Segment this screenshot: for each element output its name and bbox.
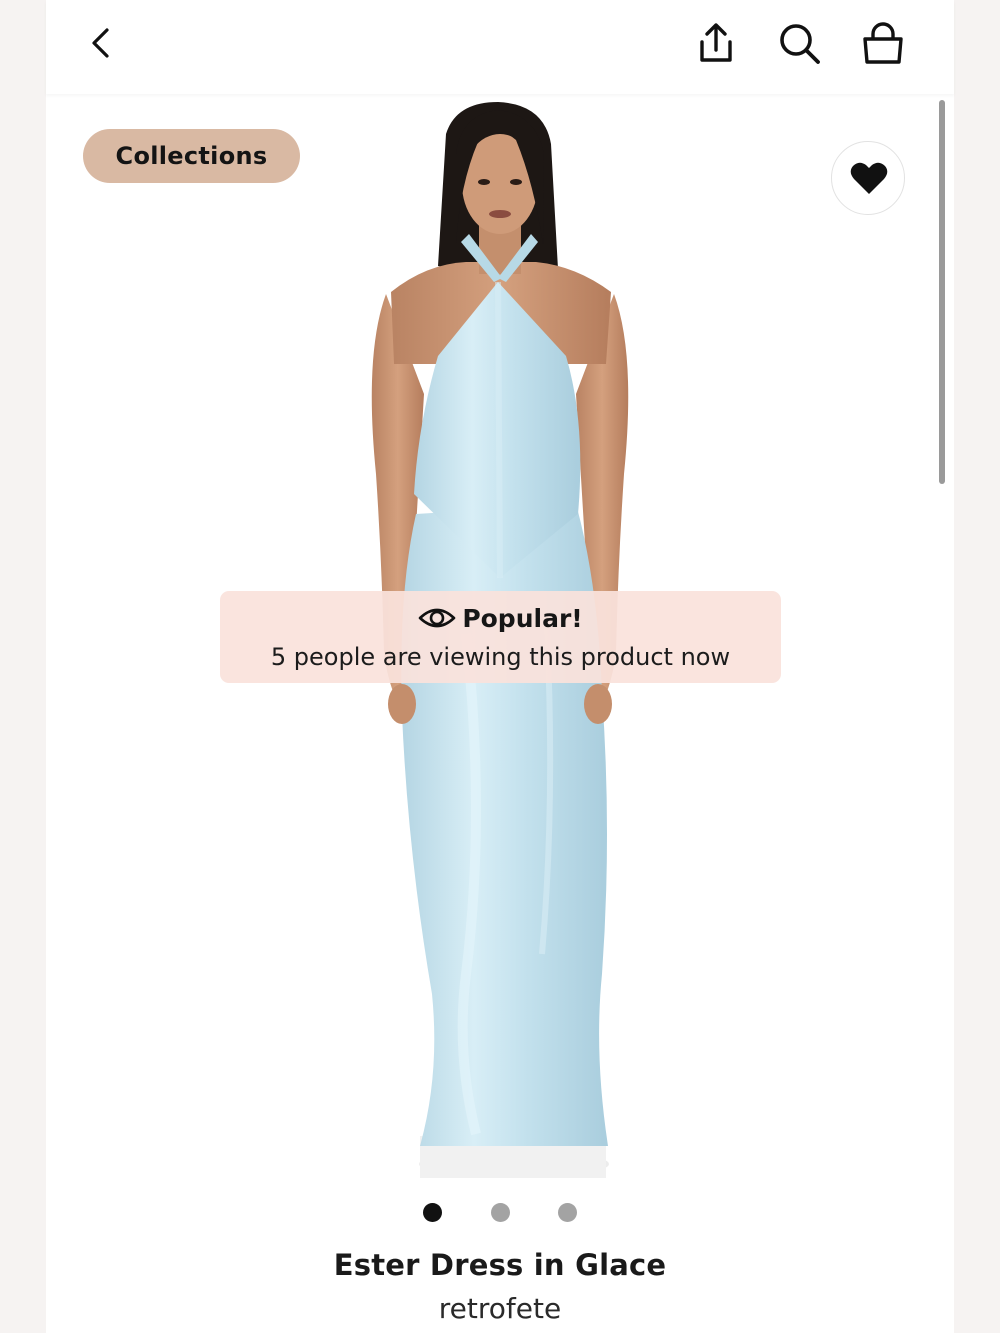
search-button[interactable]	[776, 20, 824, 68]
top-navigation-bar	[46, 0, 954, 94]
popular-title: Popular!	[462, 603, 583, 633]
share-icon	[700, 23, 732, 62]
carousel-dot-1[interactable]	[423, 1203, 442, 1222]
share-button[interactable]	[692, 20, 740, 68]
favorite-button[interactable]	[831, 141, 905, 215]
search-icon	[780, 24, 820, 64]
shopping-bag-button[interactable]	[858, 20, 908, 68]
carousel-dot-3[interactable]	[558, 1203, 577, 1222]
product-brand[interactable]: retrofete	[46, 1292, 954, 1325]
product-page: Collections Popular! 5 people are viewin…	[46, 0, 954, 1333]
scrollbar[interactable]	[939, 100, 945, 484]
chevron-left-icon	[92, 28, 109, 58]
heart-icon	[850, 162, 888, 194]
eye-icon	[419, 608, 456, 628]
shopping-bag-icon	[863, 22, 903, 64]
popular-header: Popular!	[220, 603, 781, 633]
collections-chip[interactable]: Collections	[83, 129, 300, 183]
product-title: Ester Dress in Glace	[333, 1248, 667, 1282]
viewers-message: 5 people are viewing this product now	[270, 643, 731, 671]
carousel-dot-2[interactable]	[491, 1203, 510, 1222]
product-image-gallery[interactable]: Collections Popular! 5 people are viewin…	[46, 94, 954, 1194]
carousel-indicator	[46, 1203, 954, 1223]
popular-banner: Popular! 5 people are viewing this produ…	[220, 591, 781, 683]
back-button[interactable]	[82, 22, 122, 64]
